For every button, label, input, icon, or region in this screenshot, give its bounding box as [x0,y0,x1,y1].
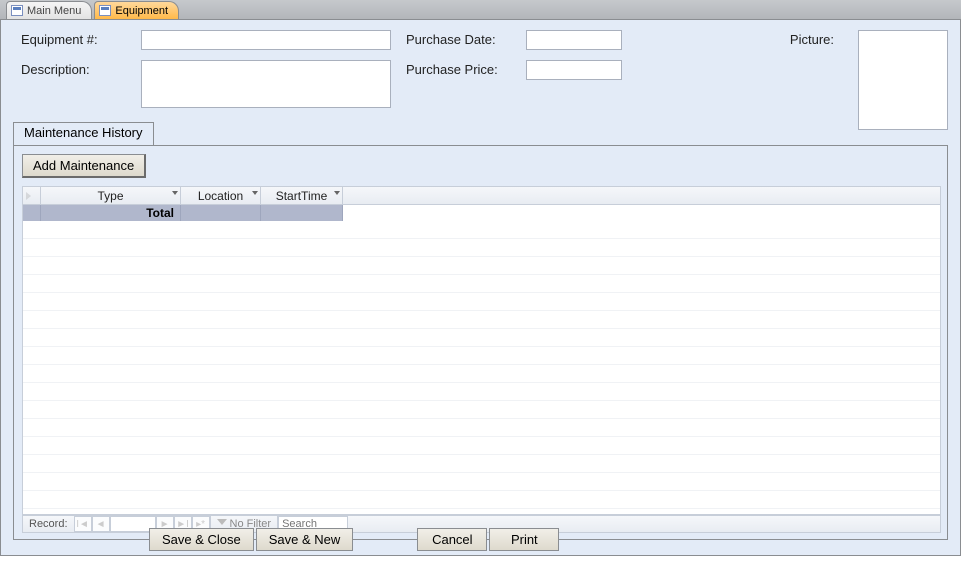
chevron-down-icon [334,191,340,195]
add-maintenance-button[interactable]: Add Maintenance [22,154,146,178]
tab-maintenance-history-label: Maintenance History [24,125,143,140]
tab-equipment-label: Equipment [115,5,168,17]
tab-maintenance-history[interactable]: Maintenance History [13,122,154,145]
picture-box[interactable] [858,30,948,130]
grid-body[interactable] [23,221,940,514]
form-icon [99,5,111,16]
col-type[interactable]: Type [41,187,181,204]
equipment-no-label: Equipment #: [21,32,98,47]
tab-main-menu[interactable]: Main Menu [6,1,92,19]
total-label: Total [41,205,181,221]
grid-header: Type Location StartTime [23,187,940,205]
description-input[interactable] [141,60,391,108]
chevron-down-icon [172,191,178,195]
tab-equipment[interactable]: Equipment [94,1,179,19]
grid-row-selector-header[interactable] [23,187,41,204]
purchase-date-label: Purchase Date: [406,32,496,47]
save-new-button[interactable]: Save & New [256,528,354,551]
description-label: Description: [21,62,90,77]
col-empty [343,187,940,204]
maintenance-subform: Maintenance History Add Maintenance Type… [13,122,948,540]
print-button[interactable]: Print [489,528,559,551]
form-action-bar: Save & Close Save & New Cancel Print [1,528,960,551]
form-icon [11,5,23,16]
purchase-price-label: Purchase Price: [406,62,498,77]
save-close-button[interactable]: Save & Close [149,528,254,551]
window-tab-strip: Main Menu Equipment [0,0,961,20]
picture-label: Picture: [790,32,834,47]
grid-total-row: Total [23,205,940,221]
equipment-form: Equipment #: Description: Purchase Date:… [0,20,961,556]
chevron-down-icon [252,191,258,195]
purchase-price-input[interactable] [526,60,622,80]
purchase-date-input[interactable] [526,30,622,50]
equipment-no-input[interactable] [141,30,391,50]
col-starttime[interactable]: StartTime [261,187,343,204]
tab-main-menu-label: Main Menu [27,5,81,17]
maintenance-grid: Type Location StartTime Total [22,186,941,515]
col-location[interactable]: Location [181,187,261,204]
cancel-button[interactable]: Cancel [417,528,487,551]
